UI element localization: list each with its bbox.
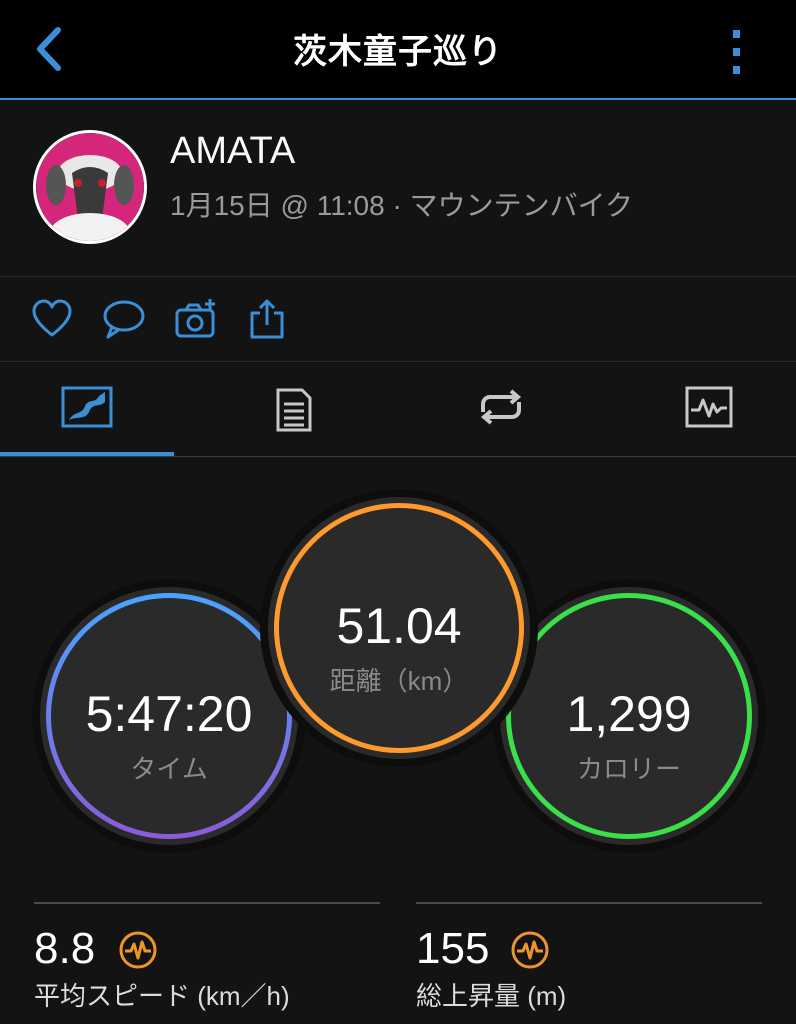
distance-label: 距離（km）: [329, 666, 469, 696]
like-button[interactable]: [30, 297, 74, 341]
social-actions: [0, 277, 796, 362]
elevation-gain-metric[interactable]: 155 総上昇量 (m): [416, 902, 762, 1014]
avg-speed-value: 8.8: [34, 924, 96, 973]
share-button[interactable]: [246, 297, 290, 341]
page-title: 茨木童子巡り: [293, 32, 503, 72]
map-icon: [61, 386, 113, 428]
graph-icon: [685, 386, 733, 428]
distance-value: 51.04: [336, 598, 462, 654]
add-photo-button[interactable]: [174, 297, 218, 341]
avg-speed-label: 平均スピード (km／h): [34, 981, 290, 1011]
more-menu-button[interactable]: [718, 24, 754, 78]
pulse-icon: [511, 931, 549, 969]
activity-owner: AMATA 1月15日 @ 11:08 · マウンテンバイク: [0, 100, 796, 277]
comment-button[interactable]: [102, 297, 146, 341]
pulse-icon: [119, 931, 157, 969]
share-icon: [250, 299, 284, 339]
tab-laps[interactable]: [414, 362, 588, 456]
calories-label: カロリー: [576, 754, 681, 784]
tab-charts[interactable]: [622, 362, 796, 456]
tab-summary[interactable]: [207, 362, 381, 456]
top-bar: 茨木童子巡り: [0, 0, 796, 100]
elevation-gain-value: 155: [416, 924, 490, 973]
active-tab-indicator: [0, 452, 174, 456]
add-photo-icon: [175, 299, 215, 338]
laps-icon: [480, 389, 522, 425]
vertical-ellipsis-icon: [733, 30, 740, 74]
elevation-gain-label: 総上昇量 (m): [416, 981, 567, 1011]
time-stat[interactable]: 5:47:20 タイム: [40, 587, 298, 845]
activity-tabs: [0, 362, 796, 457]
username[interactable]: AMATA: [170, 130, 295, 173]
tab-map[interactable]: [0, 362, 174, 456]
avg-speed-metric[interactable]: 8.8 平均スピード (km／h): [34, 902, 380, 1014]
calories-value: 1,299: [566, 686, 692, 742]
activity-meta: 1月15日 @ 11:08 · マウンテンバイク: [170, 190, 634, 221]
comment-icon: [103, 300, 145, 339]
time-label: タイム: [130, 754, 208, 784]
time-value: 5:47:20: [85, 686, 253, 742]
avatar-image: [36, 133, 144, 241]
calories-stat[interactable]: 1,299 カロリー: [500, 587, 758, 845]
document-icon: [276, 388, 312, 432]
distance-stat[interactable]: 51.04 距離（km）: [268, 497, 530, 759]
heart-icon: [32, 299, 72, 337]
avatar[interactable]: [33, 130, 147, 244]
